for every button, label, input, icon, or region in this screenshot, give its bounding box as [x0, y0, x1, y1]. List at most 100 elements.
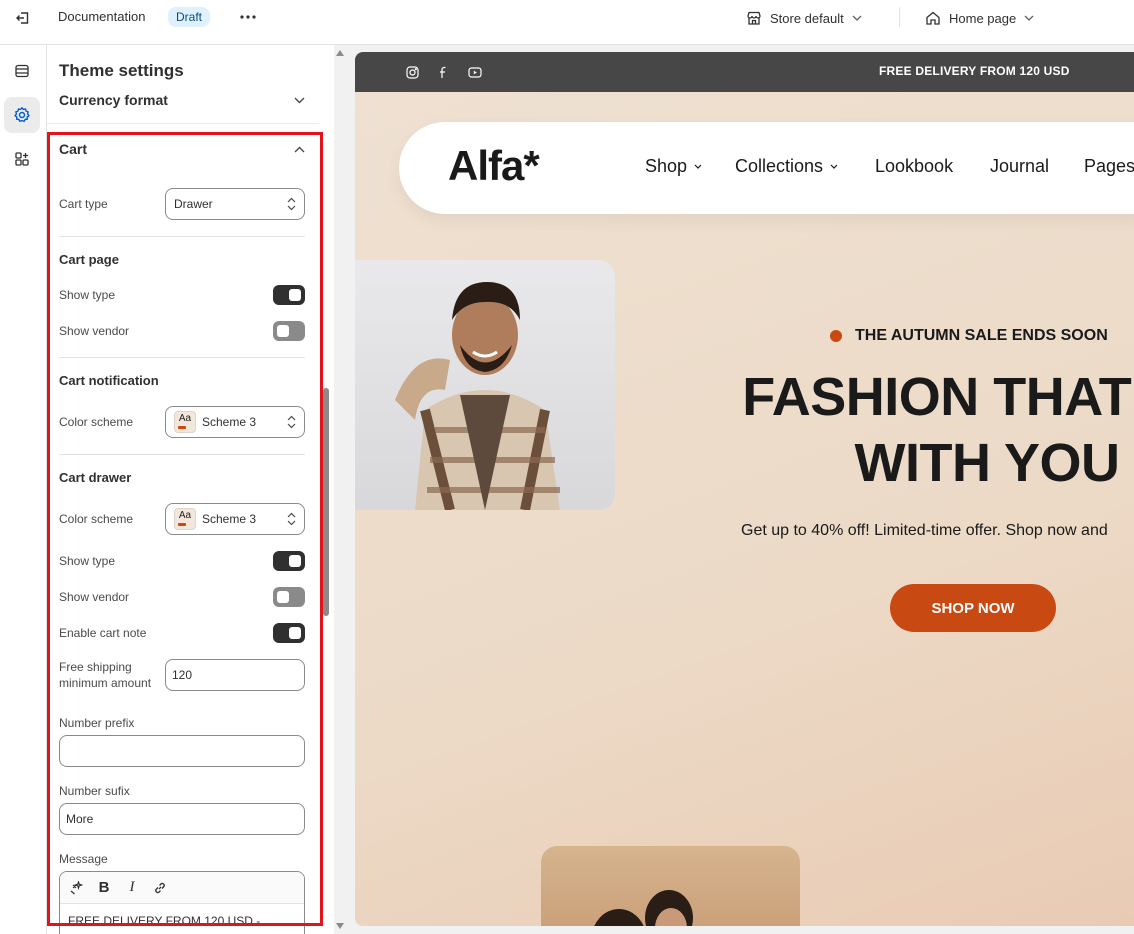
cart-section-header[interactable]: Cart: [59, 139, 305, 159]
number-suffix-label: Number sufix: [59, 784, 130, 798]
bold-icon[interactable]: B: [96, 879, 112, 896]
divider: [59, 454, 305, 455]
nav-label: Journal: [990, 156, 1050, 176]
cart-page-show-vendor-toggle[interactable]: [273, 321, 305, 341]
store-selector[interactable]: Store default: [746, 6, 862, 30]
inner-scrollbar-thumb[interactable]: [323, 388, 329, 616]
facebook-icon[interactable]: [436, 65, 450, 79]
sale-label: THE AUTUMN SALE ENDS SOON: [830, 327, 1108, 345]
cart-page-show-type-toggle[interactable]: [273, 285, 305, 305]
select-chevron-icon: [287, 197, 296, 211]
chevron-down-icon: [852, 15, 862, 21]
divider: [59, 236, 305, 237]
cart-drawer-show-type-toggle[interactable]: [273, 551, 305, 571]
nav-collections[interactable]: Collections: [735, 156, 838, 177]
italic-icon[interactable]: I: [124, 879, 140, 896]
cart-drawer-show-vendor-label: Show vendor: [59, 590, 130, 604]
gear-icon[interactable]: [4, 97, 40, 133]
cart-drawer-color-scheme-select[interactable]: Aa Scheme 3: [165, 503, 305, 535]
link-icon[interactable]: [152, 880, 168, 896]
exit-icon[interactable]: [12, 7, 34, 29]
status-badge: Draft: [168, 7, 211, 27]
enable-cart-note-toggle[interactable]: [273, 623, 305, 643]
cart-notification-color-scheme-value: Scheme 3: [202, 415, 257, 429]
cart-drawer-show-type-label: Show type: [59, 554, 116, 568]
home-icon: [926, 11, 940, 25]
chevron-down-icon: [294, 97, 305, 103]
youtube-icon[interactable]: [468, 65, 482, 79]
apps-icon[interactable]: [4, 141, 40, 177]
cart-type-select[interactable]: Drawer: [165, 188, 305, 220]
editor-toolbar: B I: [60, 872, 304, 904]
chevron-down-icon: [694, 164, 702, 169]
free-shipping-label-line1: Free shipping: [59, 660, 132, 674]
cart-section-label: Cart: [59, 141, 88, 157]
storefront-preview: FREE DELIVERY FROM 120 USD Alfa* Shop Co…: [355, 52, 1134, 926]
cart-notification-heading: Cart notification: [59, 373, 159, 388]
hero-headline: FASHION THAT MO WITH YOU: [667, 364, 1134, 496]
top-bar: Documentation Draft Store default Home p…: [0, 0, 1134, 45]
sale-dot: [830, 330, 842, 342]
panel-scrollbar[interactable]: [334, 45, 347, 934]
cart-type-value: Drawer: [174, 197, 213, 211]
nav-label: Lookbook: [875, 156, 954, 176]
free-shipping-label-line2: minimum amount: [59, 676, 152, 690]
nav-lookbook[interactable]: Lookbook: [875, 156, 953, 177]
more-horizontal-icon[interactable]: [236, 7, 260, 27]
select-chevron-icon: [287, 512, 296, 526]
lookbook-image: [541, 846, 800, 926]
header-nav: Alfa* Shop Collections Lookbook Journal …: [399, 122, 1134, 214]
scroll-up-arrow-icon[interactable]: [335, 49, 345, 57]
select-chevron-icon: [287, 415, 296, 429]
store-logo[interactable]: Alfa*: [448, 142, 540, 190]
message-text[interactable]: FREE DELIVERY FROM 120 USD -: [60, 904, 304, 934]
hero-subtext: Get up to 40% off! Limited-time offer. S…: [741, 522, 1108, 539]
announcement-text: FREE DELIVERY FROM 120 USD: [879, 64, 1070, 78]
cart-page-show-type-label: Show type: [59, 288, 116, 302]
hero-image: [355, 260, 615, 510]
number-prefix-input[interactable]: [59, 735, 305, 767]
headline-line-2: WITH YOU: [854, 433, 1121, 493]
store-selector-label: Store default: [770, 10, 844, 26]
chevron-down-icon: [830, 164, 838, 169]
nav-journal[interactable]: Journal: [990, 156, 1049, 177]
page-selector[interactable]: Home page: [925, 6, 1034, 30]
enable-cart-note-label: Enable cart note: [59, 626, 147, 640]
cart-notification-color-scheme-label: Color scheme: [59, 415, 134, 429]
chevron-up-icon: [294, 146, 305, 152]
panel-title: Theme settings: [59, 61, 184, 80]
scheme-swatch: Aa: [174, 411, 196, 433]
scheme-swatch: Aa: [174, 508, 196, 530]
cart-drawer-heading: Cart drawer: [59, 470, 132, 485]
nav-label: Collections: [735, 156, 824, 176]
cart-notification-color-scheme-select[interactable]: Aa Scheme 3: [165, 406, 305, 438]
cart-drawer-color-scheme-label: Color scheme: [59, 512, 134, 526]
theme-settings-panel: Theme settings Currency format Cart Cart…: [47, 45, 334, 934]
currency-format-label: Currency format: [59, 92, 168, 108]
instagram-icon[interactable]: [405, 65, 419, 79]
free-shipping-input[interactable]: 120: [165, 659, 305, 691]
scroll-down-arrow-icon[interactable]: [335, 922, 345, 930]
message-editor[interactable]: B I FREE DELIVERY FROM 120 USD -: [59, 871, 305, 934]
announcement-bar: FREE DELIVERY FROM 120 USD: [355, 52, 1134, 92]
cart-drawer-show-vendor-toggle[interactable]: [273, 587, 305, 607]
sparkle-icon[interactable]: [68, 880, 84, 896]
currency-format-section[interactable]: Currency format: [59, 89, 305, 111]
topbar-divider: [899, 7, 900, 27]
nav-label: Pages: [1084, 156, 1134, 176]
nav-shop[interactable]: Shop: [645, 156, 702, 177]
cart-type-label: Cart type: [59, 197, 108, 211]
sale-text: THE AUTUMN SALE ENDS SOON: [855, 327, 1108, 344]
cart-page-show-vendor-label: Show vendor: [59, 324, 130, 338]
divider: [59, 357, 305, 358]
sections-icon[interactable]: [4, 53, 40, 89]
editor-rail: [0, 45, 47, 934]
chevron-down-icon: [1024, 15, 1034, 21]
page-selector-label: Home page: [949, 10, 1017, 26]
number-prefix-label: Number prefix: [59, 716, 135, 730]
nav-pages[interactable]: Pages: [1084, 156, 1134, 177]
number-suffix-input[interactable]: More: [59, 803, 305, 835]
shop-now-button[interactable]: SHOP NOW: [890, 584, 1056, 632]
message-label: Message: [59, 852, 108, 866]
cart-drawer-color-scheme-value: Scheme 3: [202, 512, 257, 526]
